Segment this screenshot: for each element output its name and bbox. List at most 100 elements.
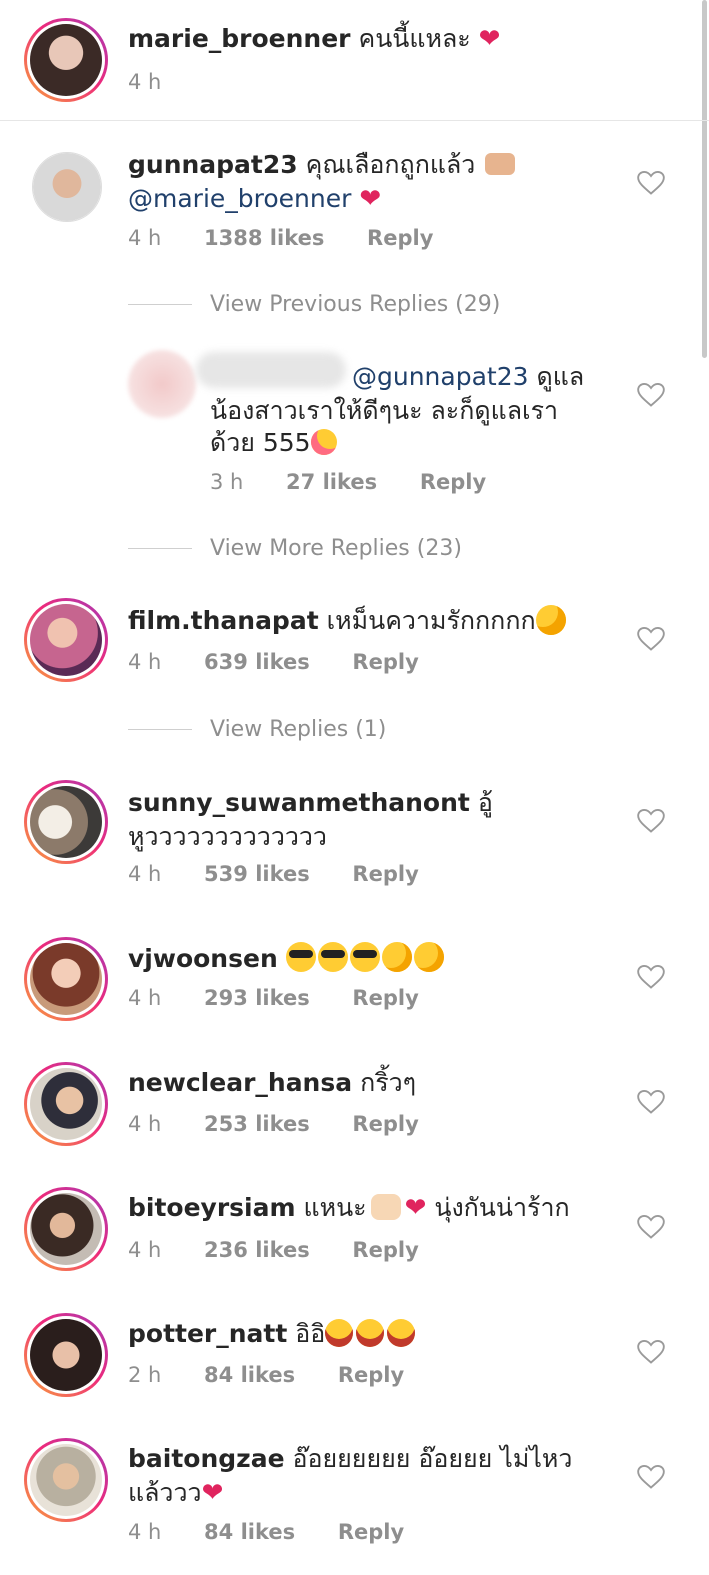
avatar[interactable]: [24, 598, 108, 682]
avatar[interactable]: [24, 1313, 108, 1397]
reply-line-3: ด้วย 555: [210, 426, 337, 460]
comment-text: potter_natt อิอิ: [128, 1317, 418, 1351]
comment-text: newclear_hansa กริ้วๆ: [128, 1066, 416, 1100]
heart-outline-icon[interactable]: [637, 1214, 665, 1240]
likes-count[interactable]: 539 likes: [204, 862, 310, 886]
comment-meta: 4 h 293 likes Reply: [128, 986, 419, 1010]
likes-count[interactable]: 253 likes: [204, 1112, 310, 1136]
comment-body-cont: หูววววววววววววว: [128, 822, 327, 851]
view-replies[interactable]: View Replies (1): [210, 717, 386, 742]
comment-text: sunny_suwanmethanont อู้ หูววววววววววววว: [128, 786, 493, 854]
heart-outline-icon[interactable]: [637, 382, 665, 408]
rolling-laughing-icon: [356, 1319, 385, 1347]
post-caption: marie_broenner คนนี้แหละ ❤ 4 h: [0, 0, 709, 121]
reply-button[interactable]: Reply: [352, 1112, 418, 1136]
comment-body: อ๊อยยยยยย อ๊อยยย ไม่ไหว: [292, 1444, 573, 1473]
rolling-laughing-icon: [325, 1319, 354, 1347]
caption-text: marie_broenner คนนี้แหละ ❤: [128, 22, 500, 56]
heart-outline-icon[interactable]: [637, 170, 665, 196]
comment-meta: 2 h 84 likes Reply: [128, 1363, 404, 1387]
comment-username[interactable]: newclear_hansa: [128, 1068, 352, 1097]
avatar[interactable]: [24, 1438, 108, 1522]
likes-count[interactable]: 1388 likes: [204, 226, 324, 250]
red-heart-icon: ❤: [201, 1478, 224, 1508]
heart-outline-icon[interactable]: [637, 1464, 665, 1490]
avatar[interactable]: [24, 780, 108, 864]
reply-body-2: น้องสาวเราให้ดีๆนะ ละก็ดูแลเรา: [210, 396, 559, 425]
likes-count[interactable]: 84 likes: [204, 1363, 295, 1387]
likes-count[interactable]: 84 likes: [204, 1520, 295, 1544]
avatar[interactable]: [24, 1187, 108, 1271]
reply-button[interactable]: Reply: [352, 986, 418, 1010]
comment-username[interactable]: film.thanapat: [128, 606, 319, 635]
thumbs-up-icon: [370, 1194, 401, 1220]
view-more-replies[interactable]: View More Replies (23): [210, 536, 462, 561]
comment-time: 4 h: [128, 1520, 162, 1544]
likes-count[interactable]: 639 likes: [204, 650, 310, 674]
kissing-face-icon: [310, 429, 337, 455]
red-heart-icon: ❤: [359, 184, 382, 214]
thread-divider: [128, 304, 192, 305]
comment-body: คุณเลือกถูกแล้ว: [305, 150, 476, 179]
caption-username[interactable]: marie_broenner: [128, 24, 351, 53]
comment-body: อู้: [477, 788, 493, 817]
comment-meta: 4 h 236 likes Reply: [128, 1238, 419, 1262]
thread-divider: [128, 729, 192, 730]
comment-username[interactable]: sunny_suwanmethanont: [128, 788, 470, 817]
heart-outline-icon[interactable]: [637, 1089, 665, 1115]
comment-username[interactable]: potter_natt: [128, 1319, 287, 1348]
heart-outline-icon[interactable]: [637, 626, 665, 652]
reply-button[interactable]: Reply: [367, 226, 433, 250]
avatar[interactable]: [24, 1062, 108, 1146]
comment-time: 4 h: [128, 862, 162, 886]
comment-text: baitongzae อ๊อยยยยยย อ๊อยยย ไม่ไหว แล้วว…: [128, 1442, 572, 1510]
reply-button[interactable]: Reply: [338, 1520, 404, 1544]
comment-text: bitoeyrsiam แหนะ ❤ นุ่งกันน่าร้าก: [128, 1191, 570, 1225]
reply-button[interactable]: Reply: [338, 1363, 404, 1387]
sunglasses-face-icon: [349, 942, 380, 972]
hugging-face-icon: [381, 942, 412, 972]
red-heart-icon: ❤: [478, 24, 501, 54]
sunglasses-face-icon: [317, 942, 348, 972]
likes-count[interactable]: 27 likes: [286, 470, 377, 494]
sunglasses-face-icon: [285, 942, 316, 972]
caption-time: 4 h: [128, 70, 162, 94]
heart-outline-icon[interactable]: [637, 1339, 665, 1365]
comment-meta: 4 h 539 likes Reply: [128, 862, 419, 886]
reply-button[interactable]: Reply: [420, 470, 486, 494]
likes-count[interactable]: 236 likes: [204, 1238, 310, 1262]
likes-count[interactable]: 293 likes: [204, 986, 310, 1010]
reply-button[interactable]: Reply: [352, 862, 418, 886]
comment-body: เหม็นความรักกกกก: [326, 606, 536, 635]
comment-username[interactable]: vjwoonsen: [128, 944, 278, 973]
avatar[interactable]: [128, 350, 196, 418]
comment-username[interactable]: bitoeyrsiam: [128, 1193, 296, 1222]
caption-avatar[interactable]: [24, 18, 108, 102]
red-heart-icon: ❤: [404, 1193, 427, 1223]
comment-body: อิอิ: [295, 1319, 326, 1348]
comment-body: แหนะ: [303, 1193, 367, 1222]
comment-time: 4 h: [128, 1112, 162, 1136]
heart-outline-icon[interactable]: [637, 964, 665, 990]
thread-divider: [128, 548, 192, 549]
avatar[interactable]: [24, 937, 108, 1021]
view-previous-replies[interactable]: View Previous Replies (29): [210, 292, 500, 317]
reply-body-1: ดูแล: [536, 362, 585, 391]
avatar[interactable]: [32, 152, 102, 222]
comment-username[interactable]: gunnapat23: [128, 150, 298, 179]
heart-outline-icon[interactable]: [637, 808, 665, 834]
mention-link[interactable]: @gunnapat23: [352, 362, 529, 391]
caption-body: คนนี้แหละ: [358, 24, 471, 53]
comment-time: 4 h: [128, 650, 162, 674]
reply-button[interactable]: Reply: [352, 1238, 418, 1262]
comment-time: 2 h: [128, 1363, 162, 1387]
comment-meta: 4 h 1388 likes Reply: [128, 226, 433, 250]
hand-over-mouth-icon: [535, 605, 566, 635]
pointing-hand-icon: [485, 153, 516, 175]
comment-body-cont: แล้ววว: [128, 1478, 202, 1507]
comment-text: vjwoonsen: [128, 942, 446, 976]
comment-username[interactable]: baitongzae: [128, 1444, 285, 1473]
mention-link[interactable]: @marie_broenner: [128, 184, 351, 213]
comment-meta: 4 h 639 likes Reply: [128, 650, 419, 674]
reply-button[interactable]: Reply: [352, 650, 418, 674]
